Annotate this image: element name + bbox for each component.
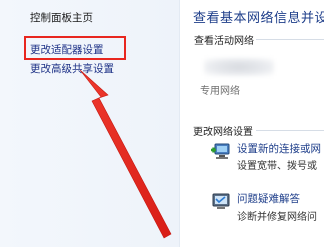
troubleshoot-desc: 诊断并修复网络问 xyxy=(237,212,317,223)
page-title: 查看基本网络信息并设 xyxy=(193,11,324,26)
main-content: 查看基本网络信息并设 查看活动网络 专用网络 更改网络设置 设置新的连接或网 设… xyxy=(180,0,324,247)
network-type-label: 专用网络 xyxy=(200,86,240,97)
new-connection-icon[interactable] xyxy=(210,140,232,162)
active-networks-label: 查看活动网络 xyxy=(194,36,254,47)
sidebar-advanced-sharing-link[interactable]: 更改高级共享设置 xyxy=(30,63,114,76)
highlight-box xyxy=(24,36,126,60)
sidebar: 控制面板主页 更改适配器设置 更改高级共享设置 xyxy=(0,0,180,247)
change-network-settings-label: 更改网络设置 xyxy=(193,127,253,138)
divider xyxy=(256,130,324,131)
sidebar-home-link[interactable]: 控制面板主页 xyxy=(30,12,93,25)
troubleshoot-link[interactable]: 问题疑难解答 xyxy=(237,191,300,206)
setup-new-connection-link[interactable]: 设置新的连接或网 xyxy=(237,141,321,156)
setup-new-connection-desc: 设置宽带、拨号或 xyxy=(237,161,317,172)
divider xyxy=(256,39,324,40)
network-name-blurred xyxy=(204,58,274,76)
troubleshoot-icon[interactable] xyxy=(210,190,232,212)
